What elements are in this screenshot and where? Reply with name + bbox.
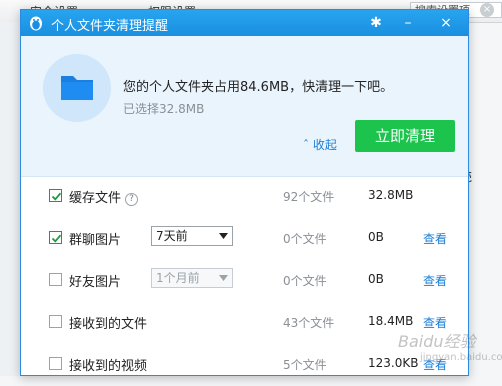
minimize-button[interactable]: – — [393, 10, 423, 36]
clean-now-button[interactable]: 立即清理 — [355, 120, 455, 152]
group-images-size: 0B — [368, 230, 384, 244]
cache-checkbox[interactable] — [49, 189, 62, 202]
background-search-clear-icon[interactable]: × — [480, 3, 494, 17]
baidu-watermark: Baidu经验 — [398, 332, 476, 351]
cache-label: 缓存文件? — [69, 187, 139, 206]
friend-images-age-value: 1个月前 — [156, 271, 200, 285]
received-files-label: 接收到的文件 — [69, 317, 148, 332]
list-item-friend-images: 好友图片 1个月前 0个文件 0B 查看 — [21, 260, 468, 302]
friend-images-view-link[interactable]: 查看 — [423, 272, 447, 289]
received-videos-checkbox[interactable] — [49, 357, 62, 370]
folder-icon — [61, 76, 93, 100]
group-images-age-value: 7天前 — [156, 229, 188, 243]
cache-count: 92个文件 — [283, 190, 335, 204]
collapse-link[interactable]: ˆ 收起 — [303, 136, 337, 153]
friend-images-label: 好友图片 — [69, 275, 122, 290]
received-videos-size: 123.0KB — [368, 356, 419, 370]
close-button[interactable]: × — [431, 10, 461, 36]
help-icon[interactable]: ? — [125, 193, 139, 206]
friend-images-age-select[interactable]: 1个月前 — [151, 268, 233, 288]
settings-button[interactable]: ✱ — [361, 10, 391, 36]
friend-images-count: 0个文件 — [283, 274, 327, 288]
chevron-up-icon: ˆ — [303, 138, 309, 152]
checkmark-icon — [51, 234, 62, 243]
group-images-age-select[interactable]: 7天前 — [151, 226, 233, 246]
dialog-titlebar[interactable]: 个人文件夹清理提醒 ✱ – × — [21, 10, 468, 36]
selected-size: 已选择32.8MB — [123, 102, 205, 116]
received-files-count: 43个文件 — [283, 316, 335, 330]
summary-panel: 您的个人文件夹占用84.6MB，快清理一下吧。 已选择32.8MB ˆ 收起 立… — [21, 36, 468, 177]
baidu-watermark-url: jingyan.baidu.com — [420, 352, 502, 363]
checkmark-icon — [51, 192, 62, 201]
received-videos-count: 5个文件 — [283, 358, 327, 372]
dialog-title: 个人文件夹清理提醒 — [51, 19, 169, 34]
list-item-group-images: 群聊图片 7天前 0个文件 0B 查看 — [21, 218, 468, 260]
friend-images-checkbox[interactable] — [49, 273, 62, 286]
qq-penguin-icon — [30, 16, 42, 31]
list-item-cache: 缓存文件? 92个文件 32.8MB — [21, 176, 468, 218]
gear-icon: ✱ — [370, 15, 382, 31]
cleanup-dialog: 个人文件夹清理提醒 ✱ – × 您的个人文件夹占用84.6MB，快清理一下吧。 … — [20, 9, 469, 376]
usage-headline: 您的个人文件夹占用84.6MB，快清理一下吧。 — [123, 80, 394, 95]
folder-badge — [43, 54, 111, 122]
group-images-label: 群聊图片 — [69, 233, 122, 248]
group-images-count: 0个文件 — [283, 232, 327, 246]
background-left-panel — [0, 22, 21, 376]
received-videos-label: 接收到的视频 — [69, 359, 148, 374]
received-files-checkbox[interactable] — [49, 315, 62, 328]
collapse-label: 收起 — [312, 138, 337, 152]
friend-images-size: 0B — [368, 272, 384, 286]
chevron-down-icon — [219, 275, 228, 281]
group-images-view-link[interactable]: 查看 — [423, 230, 447, 247]
received-files-size: 18.4MB — [368, 314, 414, 328]
group-images-checkbox[interactable] — [49, 231, 62, 244]
chevron-down-icon — [219, 233, 228, 239]
cache-size: 32.8MB — [368, 188, 414, 202]
